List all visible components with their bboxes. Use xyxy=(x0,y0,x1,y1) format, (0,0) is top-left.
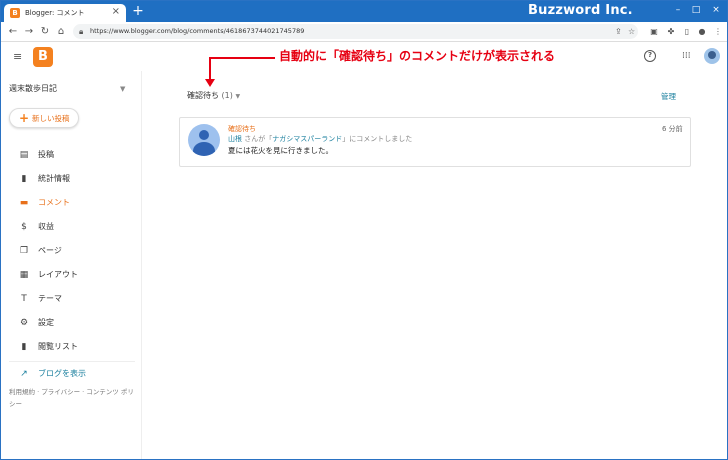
sidebar-item-reading-list[interactable]: ▮ 閲覧リスト xyxy=(1,335,142,359)
home-icon[interactable]: ⌂ xyxy=(55,25,67,38)
comment-icon: ▬ xyxy=(19,198,29,208)
browser-menu-icon[interactable]: ⋮ xyxy=(712,26,724,38)
open-external-icon: ↗ xyxy=(20,369,28,379)
sidebar-nav: ▤ 投稿 ▮ 統計情報 ▬ コメント $ 収益 ❐ ページ ▦ レイアウト T … xyxy=(1,143,142,359)
back-icon[interactable]: ← xyxy=(7,25,19,38)
new-tab-button[interactable]: + xyxy=(131,4,145,18)
sidebar-item-comments[interactable]: ▬ コメント xyxy=(1,191,142,215)
sidebar-item-earnings[interactable]: $ 収益 xyxy=(1,215,142,239)
sidebar-item-theme[interactable]: T テーマ xyxy=(1,287,142,311)
close-window-button[interactable]: × xyxy=(707,3,725,17)
view-blog-link[interactable]: ↗ ブログを表示 xyxy=(1,362,142,386)
filter-label: 確認待ち xyxy=(187,91,219,100)
manage-link[interactable]: 管理 xyxy=(661,92,676,102)
meta-text: さんが「 xyxy=(242,135,273,143)
status-badge: 確認待ち xyxy=(228,125,256,133)
sidebar-item-pages[interactable]: ❐ ページ xyxy=(1,239,142,263)
maximize-button[interactable]: □ xyxy=(687,3,705,17)
layout-icon: ▦ xyxy=(19,270,29,280)
stats-icon: ▮ xyxy=(21,174,27,184)
help-icon[interactable]: ? xyxy=(644,50,656,62)
apps-grid-icon[interactable]: ⁞⁞⁞ xyxy=(682,51,691,61)
new-post-label: 新しい投稿 xyxy=(32,114,70,123)
sidebar-item-settings[interactable]: ⚙ 設定 xyxy=(1,311,142,335)
post-title-link[interactable]: ナガシマスパーランド xyxy=(272,135,342,143)
sidepanel-icon[interactable]: ▯ xyxy=(681,26,693,38)
brand-watermark: Buzzword Inc. xyxy=(528,3,633,18)
theme-icon: T xyxy=(21,294,27,304)
comment-item[interactable]: 確認待ち 山根 さんが「ナガシマスパーランド」にコメントしました 夏には花火を見… xyxy=(179,117,691,167)
pages-icon: ❐ xyxy=(19,246,29,256)
blogger-logo[interactable]: B xyxy=(33,47,53,67)
puzzle-icon[interactable]: ✤ xyxy=(665,26,677,38)
comment-meta: 山根 さんが「ナガシマスパーランド」にコメントしました xyxy=(228,135,412,144)
gear-icon: ⚙ xyxy=(19,318,29,328)
minimize-button[interactable]: – xyxy=(669,3,687,17)
omnibox[interactable]: 🔒︎ https://www.blogger.com/blog/comments… xyxy=(73,24,638,39)
sidebar-item-layout[interactable]: ▦ レイアウト xyxy=(1,263,142,287)
title-bar: B Blogger: コメント × + Buzzword Inc. – □ × xyxy=(1,1,727,22)
sidebar-item-label: 投稿 xyxy=(38,150,54,159)
url-text[interactable]: https://www.blogger.com/blog/comments/46… xyxy=(90,26,304,37)
address-bar: ← → ↻ ⌂ 🔒︎ https://www.blogger.com/blog/… xyxy=(1,22,727,42)
chevron-down-icon: ▼ xyxy=(235,93,241,100)
comment-filter-dropdown[interactable]: 確認待ち (1) ▼ xyxy=(187,91,240,102)
sidebar-item-label: レイアウト xyxy=(38,270,78,279)
share-icon[interactable]: ⇪ xyxy=(615,26,622,37)
sidebar-item-label: テーマ xyxy=(38,294,62,303)
sidebar-item-label: 統計情報 xyxy=(38,174,70,183)
posts-icon: ▤ xyxy=(19,150,29,160)
account-avatar[interactable] xyxy=(704,48,720,64)
menu-icon[interactable]: ≡ xyxy=(13,51,22,63)
chevron-down-icon[interactable]: ▼ xyxy=(120,84,125,94)
main-content: 確認待ち (1) ▼ 管理 確認待ち 山根 さんが「ナガシマスパーランド」にコメ… xyxy=(143,71,727,459)
avatar xyxy=(188,124,220,156)
reload-icon[interactable]: ↻ xyxy=(39,25,51,38)
new-post-button[interactable]: + 新しい投稿 xyxy=(9,108,79,128)
tab-title: Blogger: コメント xyxy=(25,9,85,17)
browser-window: B Blogger: コメント × + Buzzword Inc. – □ × … xyxy=(0,0,728,460)
browser-tab[interactable]: B Blogger: コメント × xyxy=(4,4,126,22)
annotation-line xyxy=(209,57,275,59)
lock-icon: 🔒︎ xyxy=(79,27,84,36)
comment-text: 夏には花火を見に行きました。 xyxy=(228,146,333,155)
bookmark-icon: ▮ xyxy=(21,342,27,352)
footer-links[interactable]: 利用規約 · プライバシー · コンテンツ ポリシー xyxy=(9,386,137,410)
blog-selector[interactable]: 週末散歩日記 xyxy=(9,84,57,94)
comment-timestamp: 6 分前 xyxy=(662,125,683,133)
extension-icon[interactable]: ▣ xyxy=(648,26,660,38)
sidebar-item-posts[interactable]: ▤ 投稿 xyxy=(1,143,142,167)
tab-close-icon[interactable]: × xyxy=(112,6,120,18)
view-blog-label: ブログを表示 xyxy=(38,369,86,378)
sidebar-item-label: コメント xyxy=(38,198,70,207)
sidebar-item-stats[interactable]: ▮ 統計情報 xyxy=(1,167,142,191)
dollar-icon: $ xyxy=(21,222,27,232)
bookmark-star-icon[interactable]: ☆ xyxy=(628,26,635,37)
sidebar-item-label: ページ xyxy=(38,246,62,255)
sidebar: 週末散歩日記 ▼ + 新しい投稿 ▤ 投稿 ▮ 統計情報 ▬ コメント $ 収益 xyxy=(1,71,142,459)
filter-count: (1) xyxy=(221,91,233,100)
sidebar-item-label: 設定 xyxy=(38,318,54,327)
blogger-favicon-icon: B xyxy=(10,8,20,18)
sidebar-item-label: 収益 xyxy=(38,222,54,231)
sidebar-item-label: 閲覧リスト xyxy=(38,342,78,351)
comment-author[interactable]: 山根 xyxy=(228,135,242,143)
forward-icon[interactable]: → xyxy=(23,25,35,38)
annotation-text: 自動的に「確認待ち」のコメントだけが表示される xyxy=(279,49,556,63)
profile-icon[interactable]: ● xyxy=(696,26,708,38)
plus-icon: + xyxy=(19,111,30,125)
meta-text-end: 」にコメントしました xyxy=(342,135,413,143)
